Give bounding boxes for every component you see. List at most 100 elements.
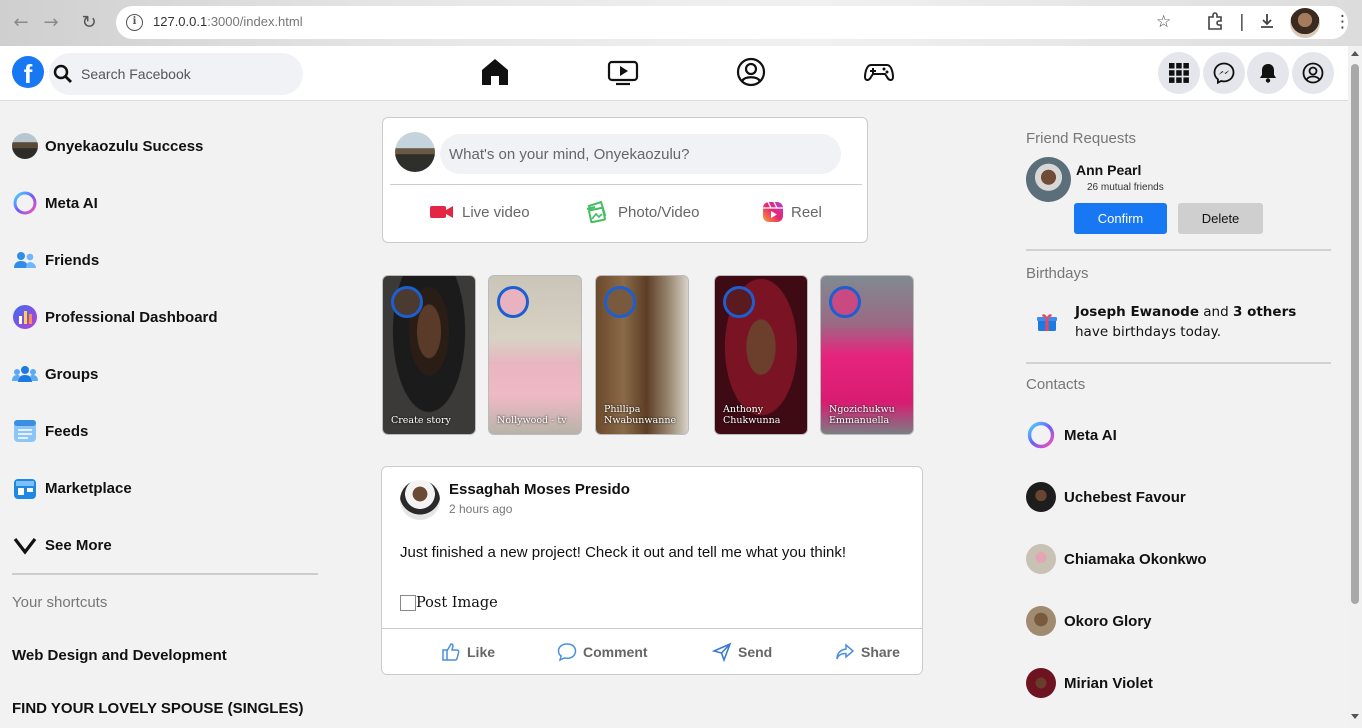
contact-name: Okoro Glory xyxy=(1064,612,1152,630)
photo-video-label: Photo/Video xyxy=(618,203,700,221)
home-icon[interactable] xyxy=(479,56,511,88)
menu-grid-button[interactable] xyxy=(1158,52,1200,94)
birthday-rest: have birthdays today. xyxy=(1075,324,1222,340)
comment-button[interactable]: Comment xyxy=(557,642,648,662)
reload-icon[interactable]: ↻ xyxy=(78,12,100,34)
facebook-logo[interactable]: f xyxy=(12,56,44,88)
story-card[interactable]: Phillipa Nwabunwanne xyxy=(595,275,689,435)
feed-post: Essaghah Moses Presido 2 hours ago Just … xyxy=(381,466,923,675)
story-avatar xyxy=(391,286,423,318)
sidebar-item-meta-ai[interactable]: Meta AI xyxy=(12,188,98,218)
right-divider xyxy=(1026,249,1331,251)
post-author[interactable]: Essaghah Moses Presido xyxy=(449,481,630,498)
story-card[interactable]: Nollywood - tv xyxy=(488,275,582,435)
live-video-button[interactable]: Live video xyxy=(429,198,530,226)
story-name: Phillipa Nwabunwanne xyxy=(604,404,677,426)
reel-button[interactable]: Reel xyxy=(762,198,822,226)
contact-item[interactable]: Uchebest Favour xyxy=(1026,481,1186,513)
friend-request-avatar[interactable] xyxy=(1026,157,1071,202)
post-timestamp[interactable]: 2 hours ago xyxy=(449,502,512,516)
notifications-button[interactable] xyxy=(1247,52,1289,94)
sidebar-item-profile[interactable]: Onyekaozulu Success xyxy=(12,131,203,161)
profile-icon[interactable] xyxy=(735,56,767,88)
meta-ai-icon xyxy=(12,190,38,216)
shortcut-item[interactable]: Web Design and Development xyxy=(12,647,227,664)
extensions-icon[interactable] xyxy=(1206,12,1224,35)
post-image-alt: Post Image xyxy=(416,595,498,611)
contact-avatar xyxy=(1026,606,1056,636)
share-button[interactable]: Share xyxy=(835,642,900,662)
watch-icon[interactable] xyxy=(607,56,639,88)
sidebar-item-see-more[interactable]: See More xyxy=(12,530,112,560)
post-text: Just finished a new project! Check it ou… xyxy=(400,544,847,561)
messenger-icon xyxy=(1213,62,1235,84)
composer-avatar[interactable] xyxy=(395,132,435,172)
sidebar-item-marketplace[interactable]: Marketplace xyxy=(12,473,132,503)
contact-avatar xyxy=(1026,482,1056,512)
composer-input[interactable] xyxy=(440,134,841,174)
sidebar-item-label: Friends xyxy=(45,251,100,269)
sidebar-item-professional-dashboard[interactable]: Professional Dashboard xyxy=(12,302,218,332)
birthday-text[interactable]: Joseph Ewanode and 3 others have birthda… xyxy=(1075,302,1331,342)
story-card[interactable]: Anthony Chukwunna xyxy=(714,275,808,435)
photo-video-button[interactable]: Photo/Video xyxy=(585,198,699,226)
facebook-header: f xyxy=(0,46,1348,101)
photo-icon xyxy=(586,200,607,224)
gaming-icon[interactable] xyxy=(863,56,895,88)
search-bar[interactable] xyxy=(49,53,303,95)
share-label: Share xyxy=(861,644,900,660)
marketplace-icon xyxy=(12,475,38,501)
browser-profile-avatar[interactable] xyxy=(1290,8,1320,38)
back-icon[interactable]: ← xyxy=(10,12,32,34)
browser-menu-icon[interactable]: ⋮ xyxy=(1334,12,1351,32)
sidebar-item-label: Meta AI xyxy=(45,194,98,212)
page-scrollbar[interactable] xyxy=(1348,46,1362,728)
scrollbar-thumb[interactable] xyxy=(1351,64,1359,604)
account-button[interactable] xyxy=(1292,52,1334,94)
sidebar-item-label: Groups xyxy=(45,365,99,383)
scroll-up-arrow[interactable] xyxy=(1351,51,1359,56)
comment-label: Comment xyxy=(583,644,648,660)
bookmark-star-icon[interactable]: ☆ xyxy=(1156,12,1171,32)
contact-name: Meta AI xyxy=(1064,426,1117,444)
delete-button[interactable]: Delete xyxy=(1178,203,1263,234)
contact-item[interactable]: Mirian Violet xyxy=(1026,667,1153,699)
confirm-button[interactable]: Confirm xyxy=(1074,203,1167,234)
sidebar-item-friends[interactable]: Friends xyxy=(12,245,99,275)
sidebar-item-groups[interactable]: Groups xyxy=(12,359,98,389)
post-author-avatar[interactable] xyxy=(400,480,440,520)
thumbs-up-icon xyxy=(442,643,460,661)
story-card[interactable]: Ngozichukwu Emmanuella xyxy=(820,275,914,435)
browser-toolbar: ← → ↻ i 127.0.0.1:3000/index.html ☆ | ⋮ xyxy=(0,0,1362,46)
forward-icon[interactable]: → xyxy=(40,12,62,34)
mutual-friends[interactable]: 26 mutual friends xyxy=(1087,182,1164,193)
search-input[interactable] xyxy=(81,63,291,85)
site-info-icon[interactable]: i xyxy=(126,14,143,31)
contact-item[interactable]: Chiamaka Okonkwo xyxy=(1026,543,1207,575)
toolbar-divider: | xyxy=(1239,12,1245,32)
send-icon xyxy=(712,642,732,662)
shortcut-item[interactable]: FIND YOUR LOVELY SPOUSE (SINGLES) xyxy=(12,700,303,717)
account-icon xyxy=(1302,62,1324,84)
sidebar-item-feeds[interactable]: Feeds xyxy=(12,416,88,446)
share-icon xyxy=(836,643,855,660)
contact-item[interactable]: Meta AI xyxy=(1026,419,1117,451)
birthday-person[interactable]: Joseph Ewanode xyxy=(1075,304,1199,320)
like-button[interactable]: Like xyxy=(441,642,495,662)
contact-item[interactable]: Okoro Glory xyxy=(1026,605,1152,637)
story-name: Ngozichukwu Emmanuella xyxy=(829,404,895,426)
story-card[interactable]: Create story xyxy=(382,275,476,435)
friend-requests-title: Friend Requests xyxy=(1026,130,1137,147)
url-text[interactable]: 127.0.0.1:3000/index.html xyxy=(153,14,303,29)
story-name: Create story xyxy=(391,415,451,426)
sidebar-item-label: Professional Dashboard xyxy=(45,308,218,326)
send-button[interactable]: Send xyxy=(712,642,772,662)
scroll-down-arrow[interactable] xyxy=(1351,714,1359,719)
friend-request-name[interactable]: Ann Pearl xyxy=(1076,162,1141,178)
story-avatar xyxy=(829,286,861,318)
download-icon[interactable] xyxy=(1258,12,1276,35)
messenger-button[interactable] xyxy=(1203,52,1245,94)
meta-ai-icon xyxy=(1026,420,1056,450)
birthday-others[interactable]: 3 others xyxy=(1233,304,1296,320)
address-bar[interactable]: i 127.0.0.1:3000/index.html ☆ xyxy=(116,6,1348,39)
